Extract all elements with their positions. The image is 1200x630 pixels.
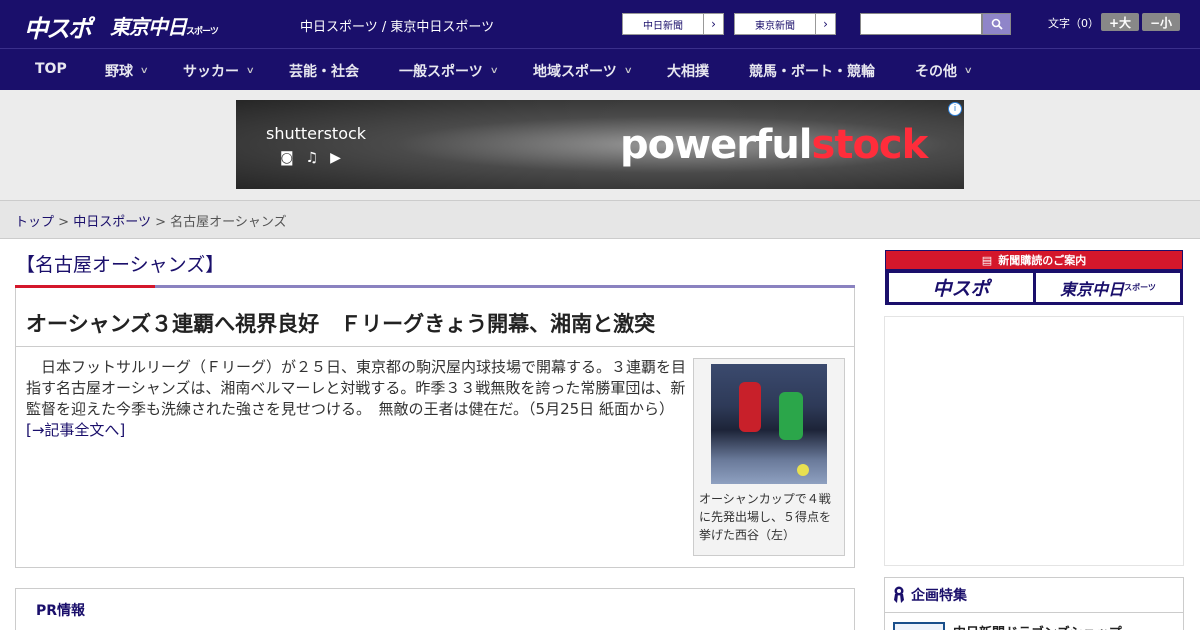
nav-label: 一般スポーツ <box>399 64 483 80</box>
chevron-down-icon: ∨ <box>489 66 499 76</box>
ad-info-icon[interactable]: i <box>948 102 962 116</box>
breadcrumb-sep: > <box>155 215 166 230</box>
site-title: 中日スポーツ / 東京中日スポーツ <box>300 20 495 35</box>
nav-label: 競馬・ボート・競輪 <box>749 64 875 80</box>
font-larger-button[interactable]: +大 <box>1101 13 1139 31</box>
chunichi-shimbun-link[interactable]: 中日新聞 › <box>622 13 724 35</box>
font-size-label: 文字（0） <box>1048 17 1099 30</box>
feature-item-label: 中日新聞ドラゴンズショップ <box>953 622 1122 630</box>
chusupo-logo[interactable]: 中スポ <box>24 9 92 44</box>
nav-label: 地域スポーツ <box>533 64 617 80</box>
music-note-icon: ♫ <box>305 150 319 166</box>
ad-icons: ◙ ♫ ▶ <box>280 150 341 166</box>
nav-item-other[interactable]: その他 ∨ <box>915 61 973 81</box>
article-photo[interactable] <box>711 364 827 484</box>
nav-item-general-sports[interactable]: 一般スポーツ ∨ <box>399 61 499 81</box>
chevron-down-icon: ∨ <box>139 66 149 76</box>
feature-item[interactable]: 中日新聞ドラゴンズショップ <box>893 622 1122 630</box>
ad-headline-accent: stock <box>811 122 929 168</box>
nav-item-baseball[interactable]: 野球 ∨ <box>105 61 149 81</box>
breadcrumb-section[interactable]: 中日スポーツ <box>73 215 151 230</box>
chevron-down-icon: ∨ <box>245 66 255 76</box>
breadcrumb-sep: > <box>58 215 70 230</box>
ad-headline: powerfulstock <box>620 122 929 168</box>
section-title: 【名古屋オーシャンズ】 <box>16 254 225 276</box>
photo-caption: オーシャンカップで４戦に先発出場し、５得点を挙げた西谷（左） <box>699 492 832 542</box>
feature-title: 企画特集 <box>911 588 967 604</box>
search-input[interactable] <box>860 13 982 35</box>
search-icon <box>991 18 1003 30</box>
nav-item-sumo[interactable]: 大相撲 <box>667 61 709 81</box>
article-text: 日本フットサルリーグ（Ｆリーグ）が２５日、東京都の駒沢屋内球技場で開幕する。３連… <box>26 358 687 418</box>
subscribe-tokyo-small: スポーツ <box>1124 283 1156 292</box>
sidebar-ad[interactable] <box>884 316 1184 566</box>
tokyo-logo-sub: スポーツ <box>186 27 219 37</box>
subscription-title: 新聞購読のご案内 <box>998 254 1087 267</box>
article: オーシャンズ３連覇へ視界良好 Ｆリーグきょう開幕、湘南と激突 日本フットサルリー… <box>15 288 855 568</box>
pr-title: PR情報 <box>36 603 86 619</box>
nav-item-racing[interactable]: 競馬・ボート・競輪 <box>749 61 875 81</box>
feature-header: 企画特集 <box>885 578 1183 613</box>
nav-label: 野球 <box>105 64 133 80</box>
main-nav: TOP 野球 ∨ サッカー ∨ 芸能・社会 一般スポーツ ∨ 地域スポーツ ∨ 大相撲 … <box>0 48 1200 90</box>
chevron-right-icon: › <box>703 14 723 34</box>
nav-label: サッカー <box>183 64 239 80</box>
subscribe-tokyo-label: 東京中日 <box>1060 279 1125 299</box>
tokyo-shimbun-label: 東京新聞 <box>755 20 795 32</box>
nav-item-soccer[interactable]: サッカー ∨ <box>183 61 255 81</box>
tokyo-chunichi-logo[interactable]: 東京中日スポーツ <box>110 11 219 40</box>
nav-item-entertainment[interactable]: 芸能・社会 <box>289 61 359 81</box>
subscription-header[interactable]: ▤ 新聞購読のご案内 <box>886 251 1182 269</box>
photo-player-red <box>739 382 761 432</box>
tokyo-shimbun-link[interactable]: 東京新聞 › <box>734 13 836 35</box>
feature-box: 企画特集 中日新聞ドラゴンズショップ <box>884 577 1184 630</box>
breadcrumb-current: 名古屋オーシャンズ <box>170 215 287 230</box>
article-photo-box: オーシャンカップで４戦に先発出場し、５得点を挙げた西谷（左） <box>693 358 845 556</box>
nav-item-local-sports[interactable]: 地域スポーツ ∨ <box>533 61 633 81</box>
breadcrumb: トップ > 中日スポーツ > 名古屋オーシャンズ <box>0 200 1200 239</box>
ad-headline-main: powerful <box>620 122 813 168</box>
feature-thumbnail <box>893 622 945 630</box>
nav-label: その他 <box>915 64 957 80</box>
nav-label: 大相撲 <box>667 64 709 80</box>
nav-label: 芸能・社会 <box>289 64 359 80</box>
site-header: 中スポ 東京中日スポーツ 中日スポーツ / 東京中日スポーツ 中日新聞 › 東京… <box>0 0 1200 48</box>
chevron-right-icon: › <box>815 14 835 34</box>
ad-band: shutterstock ◙ ♫ ▶ powerfulstock i <box>0 90 1200 200</box>
ad-brand: shutterstock <box>266 124 367 143</box>
subscription-box: ▤ 新聞購読のご案内 中スポ 東京中日 スポーツ <box>885 250 1183 305</box>
nav-item-top[interactable]: TOP <box>35 61 67 77</box>
ticket-icon: ▤ <box>981 253 993 267</box>
subscribe-tokyo-button[interactable]: 東京中日 スポーツ <box>1036 273 1180 302</box>
chevron-down-icon: ∨ <box>623 66 633 76</box>
subscribe-chusupo-button[interactable]: 中スポ <box>889 273 1033 302</box>
read-full-article-link[interactable]: [→記事全文へ] <box>26 421 125 439</box>
chevron-down-icon: ∨ <box>963 66 973 76</box>
photo-ball <box>797 464 809 476</box>
tokyo-logo-main: 東京中日 <box>110 15 187 39</box>
breadcrumb-home[interactable]: トップ <box>15 215 54 230</box>
camera-icon: ◙ <box>280 150 294 166</box>
chunichi-shimbun-label: 中日新聞 <box>643 20 683 32</box>
article-body: 日本フットサルリーグ（Ｆリーグ）が２５日、東京都の駒沢屋内球技場で開幕する。３連… <box>26 357 686 441</box>
ad-banner[interactable]: shutterstock ◙ ♫ ▶ powerfulstock i <box>236 100 964 189</box>
play-icon: ▶ <box>330 150 341 166</box>
photo-player-green <box>779 392 803 440</box>
article-divider <box>16 346 854 347</box>
ribbon-icon <box>894 586 904 603</box>
article-headline: オーシャンズ３連覇へ視界良好 Ｆリーグきょう開幕、湘南と激突 <box>26 312 656 336</box>
font-smaller-button[interactable]: −小 <box>1142 13 1180 31</box>
search-button[interactable] <box>982 13 1011 35</box>
pr-section: PR情報 <box>15 588 855 630</box>
nav-label: TOP <box>35 61 67 77</box>
